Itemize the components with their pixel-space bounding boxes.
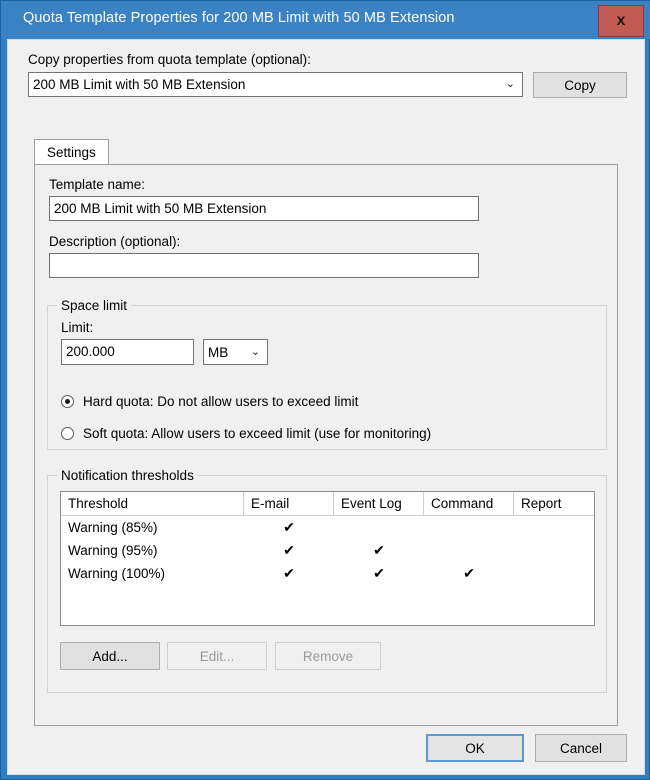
cell-email-check: ✔ [244,539,334,562]
remove-threshold-button: Remove [275,642,381,670]
column-header-command[interactable]: Command [424,492,514,515]
cell-report-check [514,516,595,539]
copy-button[interactable]: Copy [533,72,627,98]
add-threshold-button[interactable]: Add... [60,642,160,670]
chevron-down-icon: ⌄ [251,347,260,358]
copy-template-selected-value: 200 MB Limit with 50 MB Extension [33,77,245,92]
radio-soft-quota-label: Soft quota: Allow users to exceed limit … [83,426,431,441]
notification-thresholds-group-title: Notification thresholds [57,468,198,483]
close-icon: x [617,13,626,29]
cell-email-check: ✔ [244,562,334,585]
template-name-input[interactable]: 200 MB Limit with 50 MB Extension [49,196,479,221]
cell-event-log-check: ✔ [334,539,424,562]
limit-unit-combobox[interactable]: MB ⌄ [203,339,268,365]
cell-threshold: Warning (100%) [61,562,244,585]
radio-hard-quota[interactable]: Hard quota: Do not allow users to exceed… [61,394,358,409]
tab-page-settings: Template name: 200 MB Limit with 50 MB E… [34,164,618,726]
table-row[interactable]: Warning (100%) ✔ ✔ ✔ [61,562,594,585]
tab-strip: Settings [34,139,618,165]
cell-email-check: ✔ [244,516,334,539]
column-header-report[interactable]: Report [514,492,595,515]
cell-event-log-check: ✔ [334,562,424,585]
cancel-button[interactable]: Cancel [535,734,627,762]
table-header-row: Threshold E-mail Event Log Command Repor… [61,492,594,516]
window-title: Quota Template Properties for 200 MB Lim… [23,10,455,26]
notification-thresholds-list[interactable]: Threshold E-mail Event Log Command Repor… [60,491,595,626]
table-row[interactable]: Warning (85%) ✔ [61,516,594,539]
cell-threshold: Warning (85%) [61,516,244,539]
cell-command-check [424,516,514,539]
limit-label: Limit: [61,320,93,335]
column-header-threshold[interactable]: Threshold [61,492,244,515]
edit-threshold-button: Edit... [167,642,267,670]
description-label: Description (optional): [49,234,180,249]
column-header-event-log[interactable]: Event Log [334,492,424,515]
close-button[interactable]: x [598,5,644,37]
tab-settings[interactable]: Settings [34,139,109,165]
table-row[interactable]: Warning (95%) ✔ ✔ [61,539,594,562]
cell-event-log-check [334,516,424,539]
limit-input[interactable]: 200.000 [61,339,194,365]
column-header-email[interactable]: E-mail [244,492,334,515]
cell-threshold: Warning (95%) [61,539,244,562]
cell-command-check [424,539,514,562]
ok-button[interactable]: OK [426,734,524,762]
copy-template-combobox[interactable]: 200 MB Limit with 50 MB Extension ⌄ [28,72,523,97]
radio-soft-quota[interactable]: Soft quota: Allow users to exceed limit … [61,426,431,441]
quota-template-properties-dialog: Quota Template Properties for 200 MB Lim… [0,0,650,780]
chevron-down-icon: ⌄ [506,79,515,90]
dialog-body: Copy properties from quota template (opt… [7,39,645,775]
description-input[interactable] [49,253,479,278]
space-limit-group-title: Space limit [57,298,131,313]
cell-report-check [514,562,595,585]
radio-hard-quota-label: Hard quota: Do not allow users to exceed… [83,394,358,409]
cell-command-check: ✔ [424,562,514,585]
limit-unit-selected-value: MB [208,345,228,360]
radio-indicator-hard-quota [61,395,74,408]
radio-indicator-soft-quota [61,427,74,440]
title-bar: Quota Template Properties for 200 MB Lim… [1,1,650,39]
copy-properties-label: Copy properties from quota template (opt… [28,52,311,67]
cell-report-check [514,539,595,562]
template-name-label: Template name: [49,177,145,192]
